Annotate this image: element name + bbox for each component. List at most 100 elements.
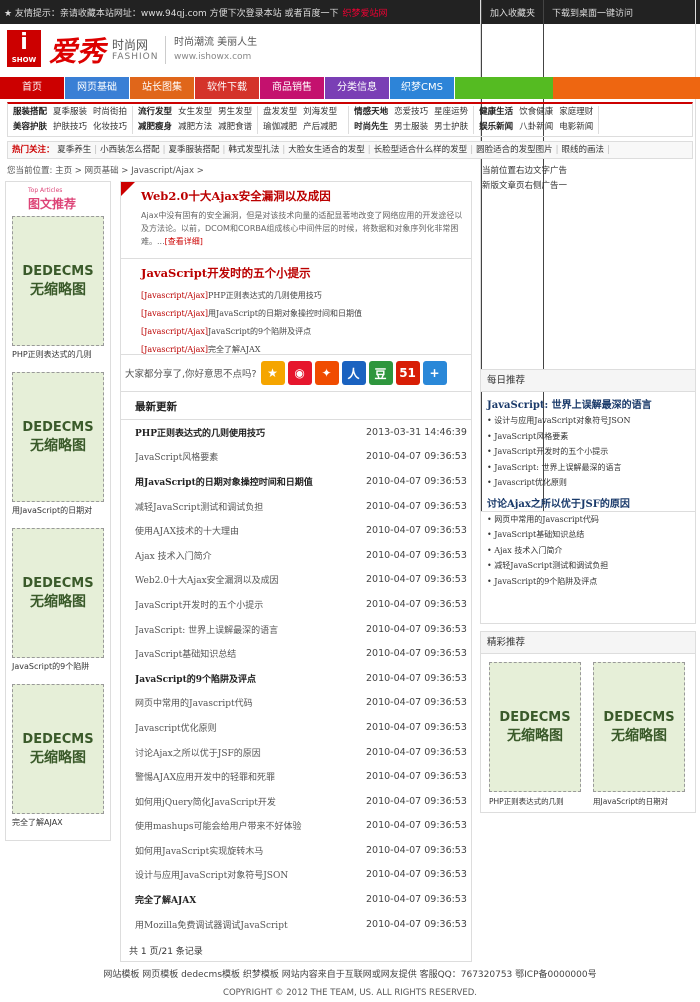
daily-link-text[interactable]: Ajax 技术入门简介 [494, 546, 562, 555]
article-link[interactable]: 减轻JavaScript测试和调试负担 [135, 500, 366, 513]
subnav-link[interactable]: 美容护肤 [13, 121, 47, 134]
category-tag[interactable]: [Javascript/Ajax] [141, 345, 208, 354]
daily-link-text[interactable]: JavaScript开发时的五个小提示 [494, 447, 608, 456]
pick-item[interactable]: DEDECMS 无缩略图 PHP正则表达式的几则 [489, 662, 581, 807]
daily-list-item[interactable]: • 减轻JavaScript测试和调试负担 [487, 558, 689, 574]
daily-link-text[interactable]: JavaScript基础知识总结 [494, 530, 584, 539]
subnav-link[interactable]: 减肥瘦身 [138, 121, 172, 134]
subnav-link[interactable]: 健康生活 [479, 106, 513, 119]
subnav-link[interactable]: 护肤技巧 [53, 121, 87, 134]
subnav-link[interactable]: 恋爱技巧 [394, 106, 428, 119]
article-link[interactable]: 如何用jQuery简化JavaScript开发 [135, 795, 366, 808]
hot-topic-link[interactable]: 圆脸适合的发型图片 [476, 145, 553, 155]
tip-link[interactable]: 完全了解AJAX [208, 345, 260, 354]
daily-headline-1[interactable]: JavaScript: 世界上误解最深的语言 [487, 396, 689, 411]
text-ad-2[interactable]: 新版文章页右侧广告一 [482, 179, 567, 194]
article-link[interactable]: 网页中常用的Javascript代码 [135, 696, 366, 709]
article-link[interactable]: 如何用JavaScript实现旋转木马 [135, 844, 366, 857]
subnav-link[interactable]: 减肥食谱 [218, 121, 252, 134]
subnav-link[interactable]: 星座运势 [434, 106, 468, 119]
daily-list-item[interactable]: • JavaScript开发时的五个小提示 [487, 444, 689, 460]
daily-list-item[interactable]: • 网页中常用的Javascript代码 [487, 512, 689, 528]
renren-icon[interactable]: 人 [341, 361, 366, 385]
hot-topic-link[interactable]: 夏季养生 [57, 145, 91, 155]
logo-text[interactable]: 爱秀 [49, 30, 105, 70]
article-link[interactable]: 讨论Ajax之所以优于JSF的原因 [135, 746, 366, 759]
article-link[interactable]: JavaScript: 世界上误解最深的语言 [135, 623, 366, 636]
subnav-link[interactable]: 男士护肤 [434, 121, 468, 134]
kaixin-icon[interactable]: 51 [395, 361, 420, 385]
article-link[interactable]: 警惕AJAX应用开发中的轻罪和死罪 [135, 770, 366, 783]
article-link[interactable]: 设计与应用JavaScript对象符号JSON [135, 868, 366, 881]
category-tag[interactable]: [Javascript/Ajax] [141, 309, 208, 318]
subnav-link[interactable]: 娱乐新闻 [479, 121, 513, 134]
tips-title[interactable]: JavaScript开发时的五个小提示 [141, 265, 463, 281]
article-link[interactable]: JavaScript的9个陷阱及评点 [135, 672, 366, 685]
article-link[interactable]: Ajax 技术入门简介 [135, 549, 366, 562]
subnav-link[interactable]: 夏季服装 [53, 106, 87, 119]
subnav-link[interactable]: 化妆技巧 [93, 121, 127, 134]
subnav-link[interactable]: 饮食健康 [519, 106, 553, 119]
subnav-link[interactable]: 服装搭配 [13, 106, 47, 119]
weibo-icon[interactable]: ◉ [287, 361, 312, 385]
hot-topic-link[interactable]: 韩式发型扎法 [228, 145, 279, 155]
featured-title[interactable]: Web2.0十大Ajax安全漏洞以及成因 [141, 188, 463, 204]
nav-item[interactable]: 站长图集 [130, 77, 194, 99]
nav-item[interactable]: 软件下载 [195, 77, 259, 99]
hot-topic-link[interactable]: 小西装怎么搭配 [100, 145, 160, 155]
pick-caption[interactable]: PHP正则表达式的几则 [489, 796, 581, 807]
thumbnail-placeholder[interactable]: DEDECMS 无缩略图 [489, 662, 581, 792]
subnav-link[interactable]: 女生发型 [178, 106, 212, 119]
article-link[interactable]: PHP正则表达式的几则使用技巧 [135, 426, 366, 439]
article-link[interactable]: 使用AJAX技术的十大理由 [135, 524, 366, 537]
subnav-link[interactable]: 刘海发型 [303, 106, 337, 119]
thumbnail-caption[interactable]: 完全了解AJAX [6, 814, 110, 840]
category-tag[interactable]: [Javascript/Ajax] [141, 291, 208, 300]
hot-topic-link[interactable]: 长脸型适合什么样的发型 [374, 145, 468, 155]
nav-item[interactable]: 分类信息 [325, 77, 389, 99]
text-ad-1[interactable]: 当前位置右边文字广告 [482, 164, 567, 179]
subnav-link[interactable]: 瑜伽减肥 [263, 121, 297, 134]
article-link[interactable]: Web2.0十大Ajax安全漏洞以及成因 [135, 573, 366, 586]
nav-item[interactable]: 织梦CMS [390, 77, 454, 99]
tencent-weibo-icon[interactable]: ✦ [314, 361, 339, 385]
article-link[interactable]: 用JavaScript的日期对象操控时间和日期值 [135, 475, 366, 488]
article-link[interactable]: JavaScript风格要素 [135, 450, 366, 463]
article-link[interactable]: JavaScript开发时的五个小提示 [135, 598, 366, 611]
daily-link-text[interactable]: 设计与应用JavaScript对象符号JSON [494, 416, 630, 425]
more-share-icon[interactable]: + [422, 361, 447, 385]
thumbnail-placeholder[interactable]: DEDECMS 无缩略图 [12, 372, 104, 502]
daily-link-text[interactable]: Javascript优化原则 [494, 478, 567, 487]
thumbnail-placeholder[interactable]: DEDECMS 无缩略图 [12, 528, 104, 658]
tip-link[interactable]: 用JavaScript的日期对象操控时间和日期值 [208, 309, 362, 318]
thumbnail-caption[interactable]: JavaScript的9个陷阱 [6, 658, 110, 684]
pick-item[interactable]: DEDECMS 无缩略图 用JavaScript的日期对 [593, 662, 685, 807]
breadcrumb[interactable]: 您当前位置: 主页 > 网页基础 > Javascript/Ajax > [7, 164, 204, 176]
nav-item[interactable]: 商品销售 [260, 77, 324, 99]
nav-item[interactable]: 网页基础 [65, 77, 129, 99]
tip-link[interactable]: PHP正则表达式的几则使用技巧 [208, 291, 322, 300]
tip-link[interactable]: JavaScript的9个陷阱及评点 [208, 327, 311, 336]
subnav-link[interactable]: 家庭理财 [559, 106, 593, 119]
daily-list-item[interactable]: • JavaScript: 世界上误解最深的语言 [487, 460, 689, 476]
subnav-link[interactable]: 产后减肥 [303, 121, 337, 134]
article-link[interactable]: JavaScript基础知识总结 [135, 647, 366, 660]
article-link[interactable]: Javascript优化原则 [135, 721, 366, 734]
hot-topic-link[interactable]: 夏季服装搭配 [169, 145, 220, 155]
category-tag[interactable]: [Javascript/Ajax] [141, 327, 208, 336]
daily-list-item[interactable]: • Ajax 技术入门简介 [487, 543, 689, 559]
subnav-link[interactable]: 情感天地 [354, 106, 388, 119]
thumbnail-placeholder[interactable]: DEDECMS 无缩略图 [12, 684, 104, 814]
daily-list-item[interactable]: • JavaScript的9个陷阱及评点 [487, 574, 689, 590]
subnav-link[interactable]: 男生发型 [218, 106, 252, 119]
qzone-icon[interactable]: ★ [260, 361, 285, 385]
logo-icon[interactable]: i SHOW [7, 30, 41, 67]
subnav-link[interactable]: 时尚先生 [354, 121, 388, 134]
nav-item[interactable]: 首页 [0, 77, 64, 99]
thumbnail-placeholder[interactable]: DEDECMS 无缩略图 [12, 216, 104, 346]
daily-list-item[interactable]: • JavaScript基础知识总结 [487, 527, 689, 543]
subnav-link[interactable]: 男士服装 [394, 121, 428, 134]
douban-icon[interactable]: 豆 [368, 361, 393, 385]
article-link[interactable]: 用Mozilla免费调试器调试JavaScript [135, 918, 366, 931]
daily-link-text[interactable]: JavaScript: 世界上误解最深的语言 [494, 463, 621, 472]
